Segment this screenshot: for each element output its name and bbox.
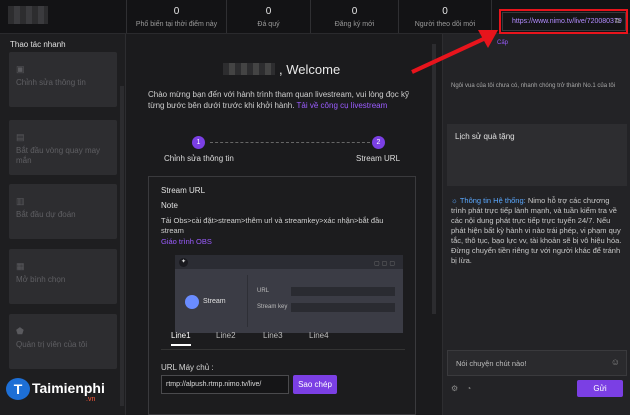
room-url-text[interactable]: https://www.nimo.tv/live/720080379 <box>512 18 622 25</box>
camera-icon: ▣ <box>16 64 25 74</box>
window-controls-icon: ▢▢▢ <box>373 261 397 267</box>
system-message: ☼ Thông tin Hệ thống: Nimo hỗ trợ các ch… <box>451 196 626 266</box>
panel-title: Stream URL <box>161 186 206 195</box>
blurred-avatar <box>8 6 48 24</box>
main-scrollbar[interactable] <box>432 44 436 314</box>
prediction-icon: ▥ <box>16 196 25 206</box>
intro-paragraph: Chào mừng bạn đến với hành trình tham qu… <box>148 89 420 111</box>
step-connector <box>210 142 370 143</box>
welcome-heading: , Welcome <box>223 62 340 77</box>
stat-new-followers: 0 Người theo dõi mới <box>398 0 492 33</box>
obs-guide-link[interactable]: Giáo trình OBS <box>161 237 212 246</box>
chat-input[interactable]: Nói chuyện chút nào! ☺ <box>447 350 627 376</box>
external-link-icon[interactable]: ⧉ <box>615 13 620 30</box>
chat-input-placeholder: Nói chuyện chút nào! <box>456 359 527 368</box>
server-url-label: URL Máy chủ : <box>161 363 214 372</box>
sidebar-item-moderators[interactable]: ⬟ Quản trị viên của tôi <box>9 314 117 369</box>
stat-label: Phổ biến tại thời điểm này <box>135 21 218 28</box>
shield-icon: ⬟ <box>16 326 24 336</box>
sidebar-scrollbar[interactable] <box>120 86 124 406</box>
chat-tool-icons: ⚙ ◔ <box>451 384 471 393</box>
step-2-badge: 2 <box>372 136 385 149</box>
download-tool-link[interactable]: Tải về công cụ livestream <box>297 101 388 110</box>
stat-popular: 0 Phổ biến tại thời điểm này <box>126 0 226 33</box>
chat-tab-rank[interactable]: Cấp <box>497 40 508 46</box>
welcome-text: Welcome <box>286 62 341 77</box>
obs-url-field <box>291 287 395 296</box>
gift-history-box: Lịch sử quà tặng <box>447 124 627 186</box>
sidebar-item-label: Bắt đầu vòng quay may mắn <box>16 146 101 165</box>
stat-value: 0 <box>351 6 358 17</box>
stat-label: Đá quý <box>257 21 280 28</box>
line-tabs: Line1 Line2 Line3 Line4 <box>161 327 406 346</box>
poll-icon: ▦ <box>16 261 25 271</box>
note-title: Note <box>161 201 178 210</box>
obs-key-label: Stream key <box>257 304 288 310</box>
obs-url-label: URL <box>257 288 270 294</box>
system-text: Nimo hỗ trợ các chương trình phát trực t… <box>451 196 622 265</box>
emoji-icon[interactable]: ☺ <box>611 357 620 367</box>
stat-label: Đăng ký mới <box>334 21 375 28</box>
stat-new-subs: 0 Đăng ký mới <box>310 0 398 33</box>
top-fan-promo: Ngôi vua của tôi chưa có, nhanh chóng tr… <box>451 83 616 89</box>
top-stats-bar: 0 Phổ biến tại thời điểm này 0 Đá quý 0 … <box>0 0 630 34</box>
tab-line3[interactable]: Line3 <box>263 331 283 340</box>
step-1-badge: 1 <box>192 136 205 149</box>
step-1-label: Chỉnh sửa thông tin <box>164 154 234 163</box>
brand-name: Taimienphi <box>32 380 105 396</box>
info-icon: ☼ <box>451 196 458 205</box>
obs-titlebar <box>175 255 403 269</box>
obs-divider <box>247 275 248 327</box>
blurred-username <box>223 63 275 75</box>
gift-icon: ▤ <box>16 132 25 142</box>
obs-key-field <box>291 303 395 312</box>
sidebar-item-poll[interactable]: ▦ Mở bình chọn <box>9 249 117 304</box>
stat-value: 0 <box>173 6 180 17</box>
stat-value: 0 <box>265 6 272 17</box>
server-url-input[interactable]: rtmp://alpush.rtmp.nimo.tv/live/ <box>161 375 289 394</box>
stream-globe-icon <box>185 295 199 309</box>
tab-line4[interactable]: Line4 <box>309 331 329 340</box>
sidebar-item-label: Mở bình chọn <box>16 275 66 284</box>
send-button[interactable]: Gửi <box>577 380 623 397</box>
sidebar-item-edit-info[interactable]: ▣ Chỉnh sửa thông tin <box>9 52 117 107</box>
stream-url-panel: Stream URL Note Tải Obs>cài đặt>stream>t… <box>148 176 416 415</box>
stat-label: Người theo dõi mới <box>414 21 476 28</box>
sidebar-item-label: Bắt đầu dự đoán <box>16 210 76 219</box>
quick-actions-sidebar: Thao tác nhanh ▣ Chỉnh sửa thông tin ▤ B… <box>0 34 126 415</box>
system-label: Thông tin Hệ thống: <box>459 196 526 205</box>
brand-logo-icon: T <box>6 378 30 400</box>
stat-value: 0 <box>442 6 448 17</box>
copy-button[interactable]: Sao chép <box>293 375 337 394</box>
chat-panel: Cấp Ngôi vua của tôi chưa có, nhanh chón… <box>442 34 630 415</box>
step-2-label: Stream URL <box>356 154 401 163</box>
tab-line1[interactable]: Line1 <box>171 331 191 346</box>
tab-line2[interactable]: Line2 <box>216 331 236 340</box>
sidebar-item-prediction[interactable]: ▥ Bắt đầu dự đoán <box>9 184 117 239</box>
stat-gems: 0 Đá quý <box>226 0 310 33</box>
tabs-divider <box>161 349 405 350</box>
obs-stream-label: Stream <box>203 298 226 305</box>
brand-tld: .vn <box>86 396 96 403</box>
sidebar-item-lucky-wheel[interactable]: ▤ Bắt đầu vòng quay may mắn <box>9 120 117 175</box>
room-url-link[interactable]: https://www.nimo.tv/live/720080379 ⧉ <box>502 12 626 31</box>
sidebar-item-label: Chỉnh sửa thông tin <box>16 78 86 87</box>
obs-logo-icon: ✦ <box>179 258 188 267</box>
timer-icon[interactable]: ◔ <box>466 384 471 393</box>
gift-history-title: Lịch sử quà tặng <box>455 132 515 141</box>
settings-icon[interactable]: ⚙ <box>451 384 458 393</box>
note-text: Tải Obs>cài đặt>stream>thêm url và strea… <box>161 216 384 235</box>
obs-preview-image: ✦ ▢▢▢ Stream URL Stream key <box>175 255 403 333</box>
sidebar-item-label: Quản trị viên của tôi <box>16 340 88 349</box>
